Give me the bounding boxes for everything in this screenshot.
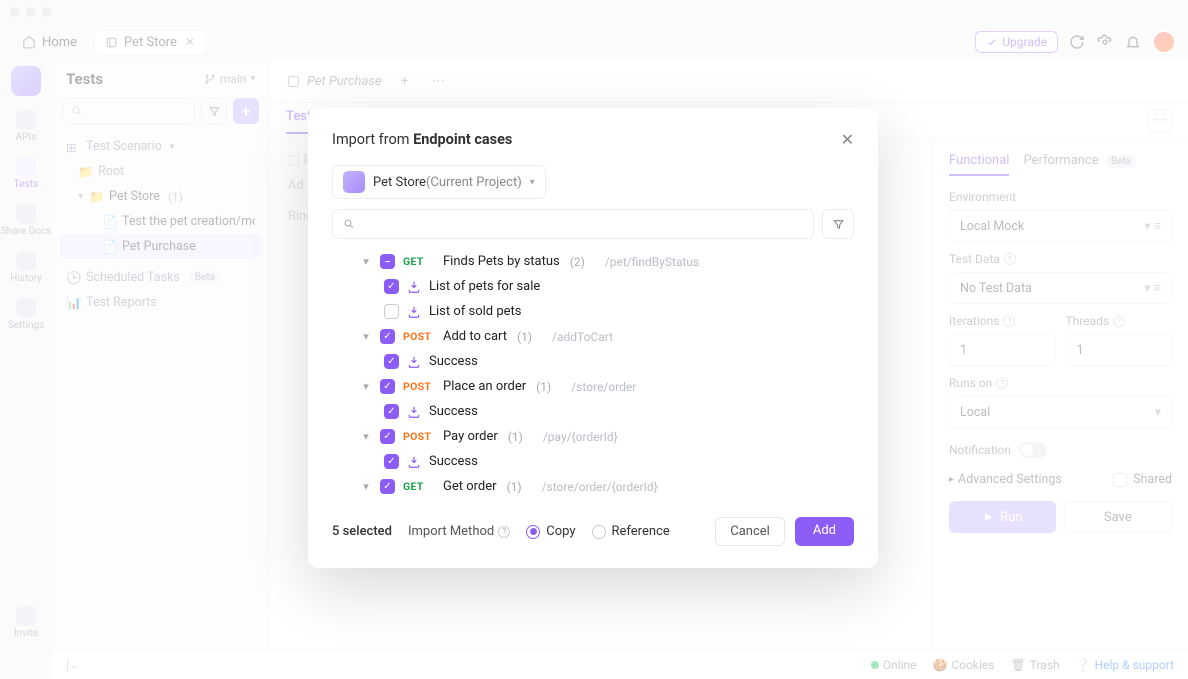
selected-count: 5 selected [332,524,392,539]
endpoint-path: /pay/{orderId} [543,430,618,444]
endpoint-count: (1) [507,480,522,494]
case-name: Success [429,354,478,369]
endpoint-checkbox[interactable]: ✓ [380,479,395,494]
modal-close-button[interactable]: ✕ [841,130,854,149]
case-row[interactable]: ✓ Success [332,349,854,374]
case-name: Success [429,404,478,419]
case-name: Success [429,454,478,469]
endpoint-checkbox[interactable]: ✓ [380,329,395,344]
case-checkbox[interactable]: ✓ [384,404,399,419]
endpoint-path: /addToCart [552,330,613,344]
method-badge: GET [403,480,435,493]
endpoint-row[interactable]: ▾ − GET Finds Pets by status (2) /pet/fi… [332,249,854,274]
search-icon [343,218,355,230]
endpoint-count: (1) [517,330,532,344]
chevron-down-icon[interactable]: ▾ [360,330,372,343]
import-modal: Import from Endpoint cases ✕ Pet Store(C… [308,108,878,568]
import-icon [407,405,421,419]
radio-reference[interactable] [592,525,606,539]
cancel-button[interactable]: Cancel [715,517,785,546]
project-selector[interactable]: Pet Store(Current Project) ▾ [332,165,546,199]
endpoint-path: /store/order/{orderId} [542,480,658,494]
case-row[interactable]: ✓ List of pets for sale [332,274,854,299]
endpoint-path: /store/order [571,380,636,394]
chevron-down-icon[interactable]: ▾ [360,380,372,393]
method-badge: GET [403,255,435,268]
case-checkbox[interactable] [384,304,399,319]
project-icon [343,171,365,193]
chevron-down-icon[interactable]: ▾ [360,430,372,443]
endpoint-name: Place an order [443,379,526,394]
method-badge: POST [403,330,435,343]
endpoint-checkbox[interactable]: − [380,254,395,269]
endpoint-count: (1) [536,380,551,394]
add-button[interactable]: Add [795,517,854,546]
endpoint-row[interactable]: ▾ ✓ POST Add to cart (1) /addToCart [332,324,854,349]
chevron-down-icon[interactable]: ▾ [360,255,372,268]
radio-copy[interactable] [526,525,540,539]
case-checkbox[interactable]: ✓ [384,354,399,369]
endpoint-name: Pay order [443,429,498,444]
modal-title: Import from Endpoint cases [332,131,512,148]
case-name: List of sold pets [429,304,522,319]
endpoint-list: ▾ − GET Finds Pets by status (2) /pet/fi… [332,249,854,499]
import-icon [407,355,421,369]
import-icon [407,455,421,469]
modal-search-input[interactable] [332,209,814,239]
info-icon[interactable]: ? [498,526,510,538]
endpoint-name: Finds Pets by status [443,254,560,269]
case-name: List of pets for sale [429,279,540,294]
case-checkbox[interactable]: ✓ [384,279,399,294]
endpoint-count: (2) [570,255,585,269]
case-row[interactable]: List of sold pets [332,299,854,324]
chevron-down-icon[interactable]: ▾ [360,480,372,493]
case-checkbox[interactable]: ✓ [384,454,399,469]
case-row[interactable]: ✓ Success [332,449,854,474]
endpoint-row[interactable]: ▾ ✓ POST Place an order (1) /store/order [332,374,854,399]
method-badge: POST [403,430,435,443]
radio-copy-label: Copy [546,524,575,539]
endpoint-row[interactable]: ▾ ✓ GET Get order (1) /store/order/{orde… [332,474,854,499]
endpoint-name: Add to cart [443,329,507,344]
endpoint-checkbox[interactable]: ✓ [380,429,395,444]
import-icon [407,305,421,319]
endpoint-count: (1) [508,430,523,444]
filter-icon [832,218,845,231]
endpoint-checkbox[interactable]: ✓ [380,379,395,394]
endpoint-row[interactable]: ▾ ✓ POST Pay order (1) /pay/{orderId} [332,424,854,449]
endpoint-path: /pet/findByStatus [605,255,699,269]
method-badge: POST [403,380,435,393]
import-icon [407,280,421,294]
case-row[interactable]: ✓ Success [332,399,854,424]
import-method-label: Import Method? [408,524,510,539]
modal-filter-button[interactable] [822,209,854,239]
endpoint-name: Get order [443,479,497,494]
radio-reference-label: Reference [612,524,670,539]
